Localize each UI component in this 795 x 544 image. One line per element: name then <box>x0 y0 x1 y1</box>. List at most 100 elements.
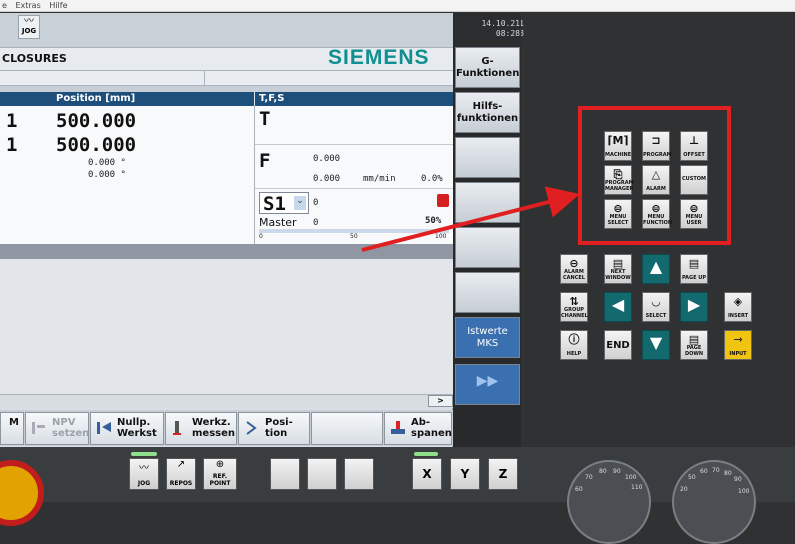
chevron-down-icon[interactable]: ⌄ <box>294 196 306 210</box>
master-value: 0 <box>313 218 319 228</box>
divider <box>255 188 454 189</box>
softkey-vertical-empty[interactable] <box>455 182 520 223</box>
arrow-down-icon: ▼ <box>649 333 663 352</box>
spindle-status-icon <box>437 194 449 207</box>
softkey-next-bar[interactable]: ▶▶ <box>455 364 520 405</box>
axis-label: 1 <box>6 110 18 132</box>
alarm-cancel-key[interactable]: ⊖ ALARM CANCEL <box>560 254 588 284</box>
end-key[interactable]: END <box>604 330 632 360</box>
brand-logo: SIEMENS <box>328 46 430 69</box>
next-window-key[interactable]: ▤ NEXT WINDOW <box>604 254 632 284</box>
machine-key-blank[interactable] <box>344 458 374 490</box>
softkey-abspanen[interactable]: Ab- spanen <box>384 412 452 445</box>
status-bar <box>0 13 453 47</box>
select-key[interactable]: ◡ SELECT <box>642 292 670 322</box>
ref-point-key[interactable]: ⊕ REF. POINT <box>203 458 237 490</box>
softkey-position[interactable]: Posi- tion <box>238 412 310 445</box>
menu-bar: e Extras Hilfe <box>0 0 795 12</box>
position-panel: 1 500.000 1 500.000 0.000 ° 0.000 ° <box>0 106 254 244</box>
datetime-display: 14.10.21 08:28 <box>460 19 520 39</box>
axis-value: 500.000 <box>56 134 137 156</box>
page-down-key[interactable]: ▤ PAGE DOWN <box>680 330 708 360</box>
softkey-label: M <box>9 417 19 428</box>
softkey-label: Posi- tion <box>265 417 293 439</box>
zero-point-icon <box>95 419 113 437</box>
feed-percent: 0.0% <box>421 174 443 184</box>
time-text: 08:28 <box>495 29 520 38</box>
jog-icon: 〰 <box>139 463 149 474</box>
angle-value: 0.000 ° <box>88 158 126 168</box>
tool-measure-icon <box>170 419 188 437</box>
highlight-box <box>578 106 731 245</box>
status-led <box>414 452 438 456</box>
mode-label: JOG <box>21 27 37 35</box>
page-title: CLOSURES <box>2 52 67 65</box>
master-percent: 50% <box>425 216 442 226</box>
axis-x-key[interactable]: X <box>412 458 442 490</box>
scale-100: 100 <box>435 233 447 240</box>
softkey-label: Werkz. messen <box>192 417 236 439</box>
jog-icon: 〰 <box>24 16 34 27</box>
face-milling-icon <box>389 419 407 437</box>
ref-point-icon: ⊕ <box>215 459 225 470</box>
machine-key-blank[interactable] <box>270 458 300 490</box>
tfs-header: T,F,S <box>254 92 453 106</box>
softkey-istwerte-mks[interactable]: Istwerte MKS <box>455 317 520 358</box>
softkey-g-funktionen[interactable]: G- Funktionen <box>455 47 520 88</box>
select-icon: ◡ <box>651 295 661 308</box>
page-up-key[interactable]: ▤ PAGE UP <box>680 254 708 284</box>
softkey-vertical-empty[interactable] <box>455 272 520 313</box>
work-area <box>0 259 453 394</box>
spindle-select[interactable]: S1 ⌄ <box>259 192 309 215</box>
position-icon <box>243 419 261 437</box>
softkey-werkz-messen[interactable]: Werkz. messen <box>165 412 237 445</box>
help-key[interactable]: ⓘ HELP <box>560 330 588 360</box>
softkey-label: NPV setzen <box>52 417 90 439</box>
spindle-override-dial[interactable]: 60 70 80 90 50 100 20 <box>672 460 756 544</box>
menu-item-e[interactable]: e <box>2 1 7 10</box>
insert-key[interactable]: ◈ INSERT <box>724 292 752 322</box>
repos-key[interactable]: ↗ REPOS <box>166 458 196 490</box>
softkey-npv-setzen[interactable]: NPV setzen <box>25 412 89 445</box>
softkey-nullp-werkst[interactable]: Nullp. Werkst <box>90 412 164 445</box>
divider <box>255 144 454 145</box>
menu-item-hilfe[interactable]: Hilfe <box>49 1 67 10</box>
group-channel-key[interactable]: ⇅ GROUP CHANNEL <box>560 292 588 322</box>
softkey-empty[interactable] <box>311 412 383 445</box>
feed-value: 0.000 <box>313 174 341 184</box>
scroll-strip <box>0 394 453 408</box>
arrow-right-key[interactable]: ▶ <box>680 292 708 322</box>
tfs-panel: T F 0.000 0.000 mm/min 0.0% S1 ⌄ 0 Maste… <box>254 106 454 244</box>
spindle-value: 0 <box>313 198 319 208</box>
menu-item-extras[interactable]: Extras <box>15 1 40 10</box>
angle-value: 0.000 ° <box>88 170 126 180</box>
jog-key[interactable]: 〰 JOG <box>129 458 159 490</box>
arrow-up-icon: ▲ <box>649 257 663 276</box>
arrow-up-key[interactable]: ▲ <box>642 254 670 284</box>
arrow-left-key[interactable]: ◀ <box>604 292 632 322</box>
tool-label: T <box>259 108 271 130</box>
machine-key-blank[interactable] <box>307 458 337 490</box>
input-key[interactable]: ⇾ INPUT <box>724 330 752 360</box>
help-icon: ⓘ <box>568 333 580 346</box>
softkey-vertical-empty[interactable] <box>455 137 520 178</box>
arrow-down-key[interactable]: ▼ <box>642 330 670 360</box>
program-cell <box>0 71 205 85</box>
feed-override-dial[interactable]: 80 90 100 110 70 60 <box>567 460 651 544</box>
softkey-m[interactable]: M <box>0 412 24 445</box>
npv-icon <box>30 419 48 437</box>
section-divider <box>0 244 453 259</box>
softkey-hilfsfunktionen[interactable]: Hilfs- funktionen <box>455 92 520 133</box>
scale-0: 0 <box>259 233 263 240</box>
arrow-left-icon: ◀ <box>611 295 625 314</box>
date-text: 14.10.21 <box>481 19 520 28</box>
axis-y-key[interactable]: Y <box>450 458 480 490</box>
spindle-label: S1 <box>263 193 286 215</box>
axis-label: 1 <box>6 134 18 156</box>
softkey-vertical-empty[interactable] <box>455 227 520 268</box>
insert-icon: ◈ <box>733 295 743 308</box>
scale-50: 50 <box>350 233 358 240</box>
scroll-right-button[interactable]: > <box>428 395 453 407</box>
status-led <box>131 452 157 456</box>
axis-z-key[interactable]: Z <box>488 458 518 490</box>
